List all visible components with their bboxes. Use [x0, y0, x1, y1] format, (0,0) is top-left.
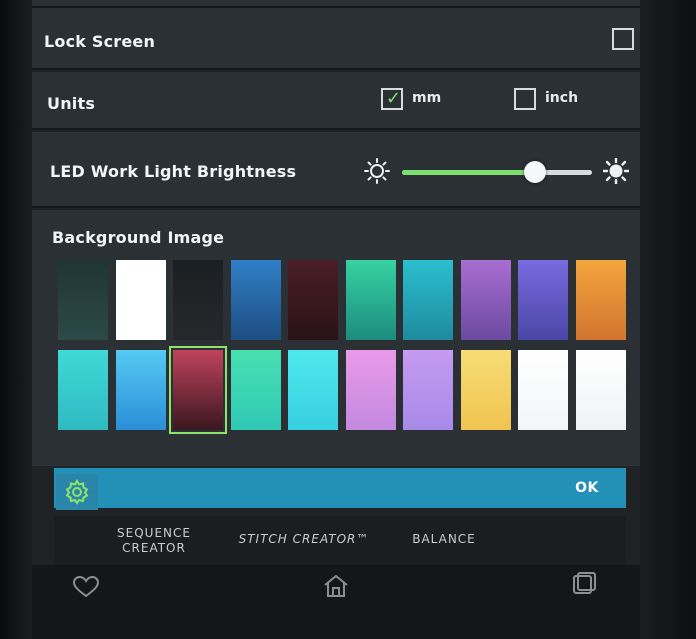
background-swatch[interactable] [173, 260, 223, 340]
mm-label: mm [412, 90, 442, 106]
device-bezel-right [640, 0, 696, 639]
background-swatch[interactable] [288, 260, 338, 340]
slider-fill [402, 170, 535, 175]
tab-balance[interactable]: BALANCE [394, 532, 494, 547]
background-swatch[interactable] [345, 260, 396, 340]
brightness-high-icon [603, 158, 629, 184]
led-brightness-slider[interactable] [402, 160, 592, 184]
background-swatch[interactable] [575, 350, 626, 430]
units-row: Units ✓ mm inch [32, 72, 640, 130]
units-label: Units [47, 94, 96, 113]
inch-label: inch [545, 90, 579, 106]
gear-icon [65, 479, 89, 505]
background-swatch[interactable] [518, 260, 568, 340]
lock-screen-label: Lock Screen [44, 32, 156, 51]
tab-sequence-creator[interactable]: SEQUENCE CREATOR [94, 526, 214, 556]
ok-button[interactable]: OK [562, 476, 612, 500]
settings-button[interactable] [56, 474, 98, 510]
tab-stitch-creator[interactable]: STITCH CREATOR™ [234, 532, 374, 547]
background-swatch[interactable] [460, 350, 511, 430]
recent-apps-icon[interactable] [572, 571, 598, 597]
background-swatch[interactable] [288, 350, 338, 430]
background-swatch[interactable] [169, 346, 227, 434]
lock-screen-checkbox[interactable] [612, 28, 634, 50]
background-swatch[interactable] [403, 260, 453, 340]
background-image-row: Background Image [32, 210, 640, 466]
brightness-low-icon [364, 158, 390, 184]
ok-bar[interactable] [54, 468, 626, 508]
system-nav-bar [32, 565, 640, 639]
device-bezel-left [0, 0, 32, 639]
home-icon[interactable] [322, 573, 350, 599]
inch-checkbox[interactable] [514, 88, 536, 110]
background-swatch[interactable] [345, 350, 396, 430]
background-swatch[interactable] [230, 350, 281, 430]
background-swatch[interactable] [230, 260, 281, 340]
background-swatch[interactable] [58, 260, 108, 340]
slider-thumb[interactable] [524, 161, 546, 183]
background-swatch[interactable] [58, 350, 108, 430]
lock-screen-row: Lock Screen [32, 8, 640, 70]
led-brightness-row: LED Work Light Brightness [32, 132, 640, 208]
background-swatch[interactable] [115, 260, 166, 340]
background-swatch[interactable] [518, 350, 568, 430]
background-swatch[interactable] [115, 350, 166, 430]
heart-icon[interactable] [72, 575, 100, 599]
background-swatch[interactable] [403, 350, 453, 430]
settings-screen: Lock Screen Units ✓ mm inch LED Work Lig… [32, 0, 640, 565]
checkmark-icon: ✓ [386, 88, 402, 109]
background-swatch[interactable] [460, 260, 511, 340]
led-brightness-label: LED Work Light Brightness [50, 162, 297, 181]
mm-checkbox[interactable]: ✓ [381, 88, 403, 110]
mode-tabs: SEQUENCE CREATOR STITCH CREATOR™ BALANCE [54, 516, 626, 565]
settings-row-partial [32, 0, 640, 8]
background-swatch[interactable] [575, 260, 626, 340]
background-swatch-grid [32, 210, 640, 466]
